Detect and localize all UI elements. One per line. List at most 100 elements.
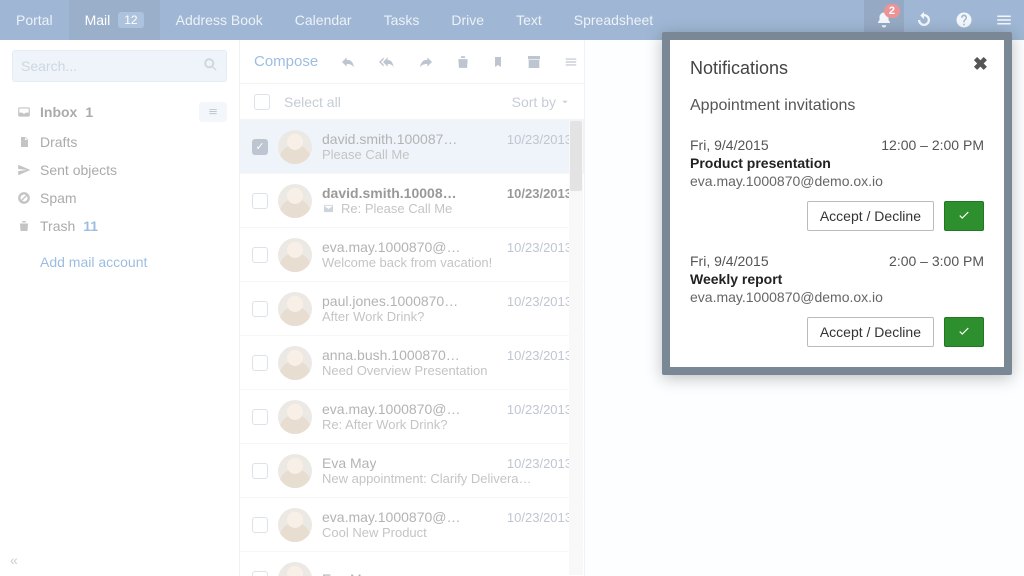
tab-portal[interactable]: Portal (0, 0, 69, 40)
avatar (278, 400, 312, 434)
panel-section: Appointment invitations (690, 97, 984, 115)
archive-button[interactable] (526, 54, 542, 70)
from: eva.may.1000870@… (322, 401, 460, 417)
accept-button[interactable] (944, 201, 984, 231)
invite-title: Weekly report (690, 271, 984, 287)
hamburger-icon (564, 55, 578, 69)
date: 10/23/2013 (507, 186, 572, 201)
close-button[interactable]: ✖ (973, 54, 988, 75)
from: Eva May (322, 455, 376, 471)
from: anna.bush.1000870… (322, 347, 460, 363)
folder-label: Drafts (40, 134, 77, 150)
delete-button[interactable] (456, 54, 470, 70)
avatar (278, 346, 312, 380)
archive-icon (526, 54, 542, 70)
accept-decline-button[interactable]: Accept / Decline (807, 201, 934, 231)
from: eva.may.1000870@… (322, 509, 460, 525)
row-checkbox[interactable] (252, 355, 268, 371)
more-actions-button[interactable] (564, 55, 578, 69)
tab-text[interactable]: Text (500, 0, 558, 40)
tab-tasks[interactable]: Tasks (368, 0, 436, 40)
accept-decline-button[interactable]: Accept / Decline (807, 317, 934, 347)
ban-icon (16, 191, 32, 205)
from: eva.may.1000870@… (322, 239, 460, 255)
row-checkbox[interactable] (252, 409, 268, 425)
row-checkbox[interactable] (252, 571, 268, 576)
folder-menu-icon[interactable] (199, 102, 227, 122)
search-box[interactable] (12, 50, 227, 82)
message-row[interactable]: eva.may.1000870@…10/23/2013 Cool New Pro… (240, 498, 584, 552)
forward-button[interactable] (418, 54, 434, 70)
select-all-label: Select all (284, 94, 341, 110)
search-icon (203, 57, 218, 75)
row-checkbox[interactable] (252, 247, 268, 263)
date: 10/23/2013 (507, 402, 572, 417)
message-row[interactable]: david.smith.10008…10/23/2013 Re: Please … (240, 174, 584, 228)
tab-drive[interactable]: Drive (435, 0, 500, 40)
notifications-count: 2 (884, 4, 900, 18)
tab-addressbook[interactable]: Address Book (160, 0, 279, 40)
invite-time: 12:00 – 2:00 PM (881, 137, 984, 153)
invite-date: Fri, 9/4/2015 (690, 137, 769, 153)
folder-count: 11 (83, 218, 98, 234)
folder-trash[interactable]: Trash 11 (0, 212, 239, 240)
row-checkbox[interactable] (252, 301, 268, 317)
row-checkbox[interactable] (252, 139, 268, 155)
sort-dropdown[interactable]: Sort by (512, 94, 570, 110)
message-row[interactable]: eva.may.1000870@…10/23/2013 Re: After Wo… (240, 390, 584, 444)
reply-all-button[interactable] (378, 54, 396, 70)
message-row[interactable]: anna.bush.1000870…10/23/2013 Need Overvi… (240, 336, 584, 390)
folder-spam[interactable]: Spam (0, 184, 239, 212)
avatar (278, 508, 312, 542)
scrollbar[interactable] (569, 121, 583, 575)
message-row[interactable]: eva.may.1000870@…10/23/2013 Welcome back… (240, 228, 584, 282)
hamburger-icon (995, 11, 1013, 29)
invite-organizer: eva.may.1000870@demo.ox.io (690, 289, 984, 305)
reply-button[interactable] (340, 54, 356, 70)
message-row[interactable]: david.smith.100087…10/23/2013 Please Cal… (240, 120, 584, 174)
folder-sent[interactable]: Sent objects (0, 156, 239, 184)
row-checkbox[interactable] (252, 193, 268, 209)
folder-drafts[interactable]: Drafts (0, 128, 239, 156)
invite-organizer: eva.may.1000870@demo.ox.io (690, 173, 984, 189)
compose-button[interactable]: Compose (254, 53, 318, 70)
check-icon (956, 325, 972, 339)
collapse-sidebar[interactable]: « (10, 552, 18, 568)
date: 10/23/2013 (507, 456, 572, 471)
panel-title: Notifications (690, 58, 984, 79)
row-checkbox[interactable] (252, 517, 268, 533)
date: 10/23/2013 (507, 294, 572, 309)
scrollbar-thumb[interactable] (570, 121, 582, 191)
avatar (278, 184, 312, 218)
from: Eva May (322, 571, 376, 576)
row-checkbox[interactable] (252, 463, 268, 479)
message-row[interactable]: Eva May (240, 552, 584, 576)
select-all-checkbox[interactable] (254, 94, 270, 110)
envelope-icon (322, 203, 335, 214)
sort-label: Sort by (512, 94, 556, 110)
mail-toolbar: Compose (240, 40, 584, 84)
date: 10/23/2013 (507, 510, 572, 525)
message-row[interactable]: Eva May10/23/2013 New appointment: Clari… (240, 444, 584, 498)
chevron-down-icon (560, 97, 570, 107)
paper-plane-icon (16, 163, 32, 177)
from: paul.jones.1000870… (322, 293, 458, 309)
refresh-icon (915, 11, 933, 29)
tab-spreadsheet[interactable]: Spreadsheet (558, 0, 669, 40)
reply-all-icon (378, 54, 396, 70)
folder-inbox[interactable]: Inbox 1 (0, 96, 239, 128)
sidebar: Inbox 1 Drafts Sent objects Spam Trash 1… (0, 40, 240, 576)
message-row[interactable]: paul.jones.1000870… 10/23/2013 After Work… (240, 282, 584, 336)
invite-time: 2:00 – 3:00 PM (889, 253, 984, 269)
flag-button[interactable] (492, 54, 504, 70)
message-list-column: Compose Select all Sort by davi (240, 40, 585, 576)
add-mail-account-link[interactable]: Add mail account (0, 244, 239, 280)
search-input[interactable] (21, 58, 203, 74)
mail-count-badge: 12 (118, 12, 143, 28)
accept-button[interactable] (944, 317, 984, 347)
tab-calendar[interactable]: Calendar (279, 0, 368, 40)
tab-mail[interactable]: Mail 12 (69, 0, 160, 40)
folder-count: 1 (85, 104, 93, 120)
subject: After Work Drink? (322, 309, 572, 324)
invite-item: Fri, 9/4/2015 12:00 – 2:00 PM Product pr… (690, 137, 984, 231)
